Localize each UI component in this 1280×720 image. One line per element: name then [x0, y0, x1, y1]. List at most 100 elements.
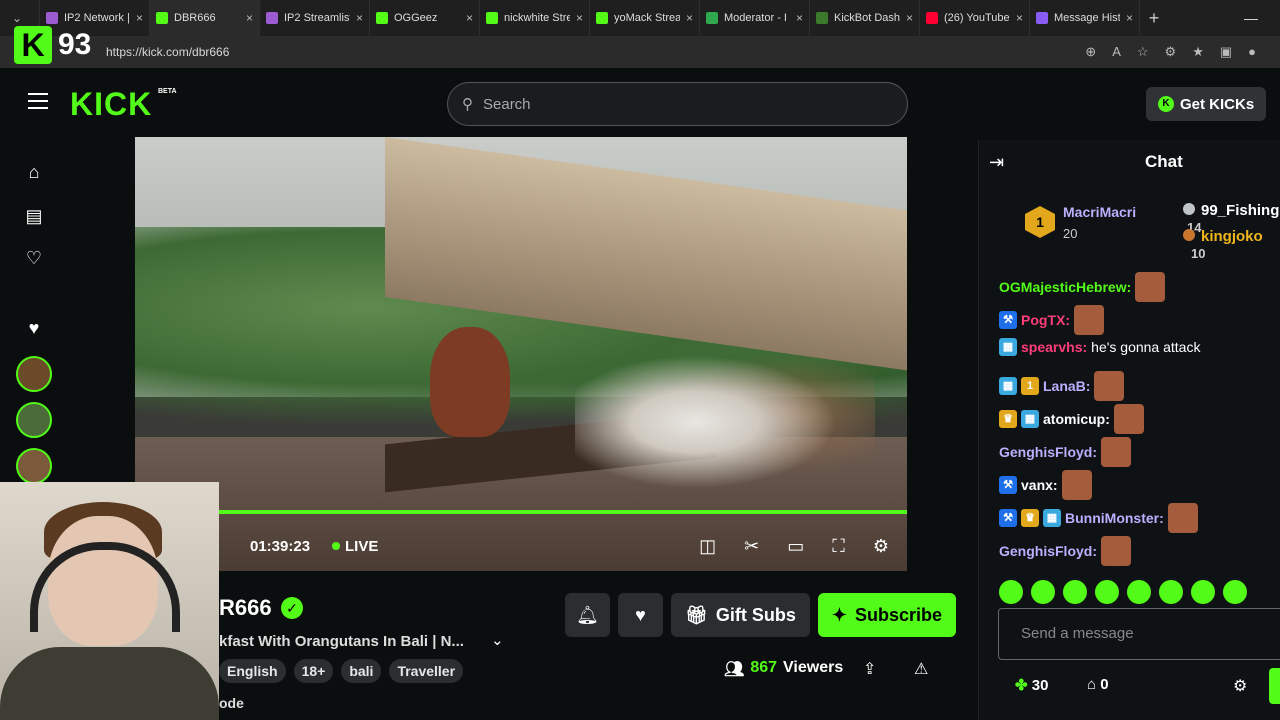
- chat-username[interactable]: spearvhs:: [1021, 339, 1087, 355]
- chat-username[interactable]: PogTX:: [1021, 312, 1070, 328]
- chevron-down-icon[interactable]: ⌄: [12, 11, 22, 25]
- chat-message-input[interactable]: Send a message: [998, 608, 1280, 660]
- stream-tag[interactable]: Traveller: [389, 659, 464, 683]
- collections-icon[interactable]: ▣: [1220, 44, 1232, 60]
- browser-tab[interactable]: KickBot Dash ×: [810, 0, 920, 36]
- emote-icon[interactable]: [999, 580, 1023, 604]
- chat-emote-icon: [1113, 404, 1144, 434]
- close-tab-icon[interactable]: ×: [796, 11, 803, 25]
- follow-heart-button[interactable]: ♥: [618, 593, 663, 637]
- chat-emote-icon: [1135, 272, 1166, 302]
- browser-tab[interactable]: nickwhite Stre ×: [480, 0, 590, 36]
- fullscreen-icon[interactable]: ⛶: [832, 536, 845, 557]
- leaderboard-third[interactable]: kingjoko 10: [1183, 228, 1280, 262]
- stream-tag[interactable]: 18+: [293, 659, 334, 683]
- emote-icon[interactable]: [1191, 580, 1215, 604]
- emote-icon[interactable]: [1095, 580, 1119, 604]
- chat-username[interactable]: GenghisFloyd:: [999, 444, 1097, 460]
- heart-icon[interactable]: ♡: [22, 248, 46, 272]
- subscribe-label: Subscribe: [854, 604, 942, 625]
- get-kicks-button[interactable]: K Get KICKs: [1146, 87, 1267, 121]
- menu-icon[interactable]: [28, 93, 48, 109]
- send-button[interactable]: [1269, 668, 1280, 704]
- browser-toolbar: ⊕ A ☆ ⚙ ★ ▣ ●: [1085, 44, 1256, 60]
- close-tab-icon[interactable]: ×: [356, 11, 363, 25]
- browser-tab[interactable]: IP2 Streamlist ×: [260, 0, 370, 36]
- leaderboard-first-name[interactable]: MacriMacri: [1063, 204, 1136, 220]
- browse-icon[interactable]: ▤: [22, 206, 46, 230]
- close-tab-icon[interactable]: ×: [906, 11, 913, 25]
- close-tab-icon[interactable]: ×: [136, 11, 143, 25]
- kick-logo[interactable]: KICK: [70, 86, 152, 123]
- close-tab-icon[interactable]: ×: [246, 11, 253, 25]
- followed-channel-avatar[interactable]: [16, 356, 52, 392]
- read-aloud-icon[interactable]: A: [1112, 44, 1121, 60]
- share-icon[interactable]: ⇪: [863, 659, 876, 679]
- video-player[interactable]: [135, 137, 907, 571]
- stream-tag[interactable]: bali: [341, 659, 382, 683]
- chat-username[interactable]: GenghisFloyd:: [999, 543, 1097, 559]
- new-tab-button[interactable]: +: [1140, 8, 1168, 29]
- emote-icon[interactable]: [1223, 580, 1247, 604]
- chat-username[interactable]: LanaB:: [1043, 378, 1090, 394]
- chat-username[interactable]: vanx:: [1021, 477, 1058, 493]
- emote-icon[interactable]: [1063, 580, 1087, 604]
- emote-icon[interactable]: [1031, 580, 1055, 604]
- moderator-badge-icon: ⚒: [999, 311, 1017, 329]
- report-icon[interactable]: ⚠: [914, 659, 928, 679]
- close-tab-icon[interactable]: ×: [576, 11, 583, 25]
- theater-mode-icon[interactable]: ▭: [787, 536, 804, 557]
- close-tab-icon[interactable]: ×: [686, 11, 693, 25]
- extension-icon[interactable]: ⚙: [1165, 44, 1177, 60]
- followed-channel-avatar[interactable]: [16, 402, 52, 438]
- chat-username[interactable]: BunniMonster:: [1065, 510, 1164, 526]
- collapse-chat-icon[interactable]: ⇥: [989, 152, 1004, 173]
- profile-icon[interactable]: ●: [1248, 44, 1256, 60]
- close-tab-icon[interactable]: ×: [1126, 11, 1133, 25]
- category-label[interactable]: ode: [219, 695, 244, 711]
- video-progress-bar[interactable]: [219, 510, 907, 514]
- clip-icon[interactable]: ✂: [744, 536, 759, 557]
- leaderboard-first-count: 20: [1063, 226, 1078, 241]
- gift-subs-button[interactable]: 🎁︎ Gift Subs: [671, 593, 810, 637]
- subscribe-button[interactable]: ✦ Subscribe: [817, 593, 956, 637]
- url-field[interactable]: https://kick.com/dbr666: [106, 45, 229, 59]
- search-input[interactable]: ⚲ Search: [447, 82, 908, 126]
- home-icon[interactable]: ⌂: [22, 162, 46, 186]
- browser-tab[interactable]: DBR666 ×: [150, 0, 260, 36]
- stream-tag[interactable]: English: [219, 659, 286, 683]
- browser-tab[interactable]: Moderator - I ×: [700, 0, 810, 36]
- chat-message: ♛ ▦ atomicup:: [999, 404, 1144, 434]
- chat-username[interactable]: atomicup:: [1043, 411, 1110, 427]
- browser-tab[interactable]: OGGeez ×: [370, 0, 480, 36]
- browser-tab-bar: ⌄ IP2 Network | ...×DBR666×IP2 Streamlis…: [0, 0, 1280, 36]
- tab-list: IP2 Network | ... × DBR666 × IP2 Streamlist ×…: [40, 0, 1140, 36]
- chevron-down-icon[interactable]: ⌄: [491, 631, 504, 649]
- box-icon: ⌂: [1087, 676, 1097, 693]
- browser-tab[interactable]: yoMack Strea ×: [590, 0, 700, 36]
- chat-settings-icon[interactable]: ⚙: [1233, 676, 1247, 696]
- browser-tab[interactable]: (26) YouTube ×: [920, 0, 1030, 36]
- settings-icon[interactable]: ⚙: [873, 536, 889, 557]
- following-heart-icon[interactable]: ♥: [22, 318, 46, 342]
- close-tab-icon[interactable]: ×: [1016, 11, 1023, 25]
- zoom-icon[interactable]: ⊕: [1085, 44, 1096, 60]
- subscriber-badge-icon: ▦: [999, 338, 1017, 356]
- favorites-icon[interactable]: ★: [1192, 44, 1204, 60]
- channel-name[interactable]: R666: [219, 595, 272, 621]
- chat-username[interactable]: OGMajesticHebrew:: [999, 279, 1131, 295]
- drops-box[interactable]: ⌂ 0: [1087, 676, 1109, 693]
- channel-points[interactable]: ✤ 30: [1015, 676, 1048, 694]
- tab-favicon-icon: [596, 12, 608, 24]
- address-bar: https://kick.com/dbr666 ⊕ A ☆ ⚙ ★ ▣ ●: [0, 36, 1280, 68]
- star-icon[interactable]: ☆: [1137, 44, 1149, 60]
- emote-icon[interactable]: [1127, 580, 1151, 604]
- miniplayer-icon[interactable]: ◫: [699, 536, 716, 557]
- notification-bell-button[interactable]: 🔔︎: [565, 593, 610, 637]
- close-tab-icon[interactable]: ×: [466, 11, 473, 25]
- viewer-label: Viewers: [783, 659, 844, 676]
- followed-channel-avatar[interactable]: [16, 448, 52, 484]
- browser-tab[interactable]: Message Hist ×: [1030, 0, 1140, 36]
- emote-icon[interactable]: [1159, 580, 1183, 604]
- minimize-icon[interactable]: —: [1244, 10, 1258, 26]
